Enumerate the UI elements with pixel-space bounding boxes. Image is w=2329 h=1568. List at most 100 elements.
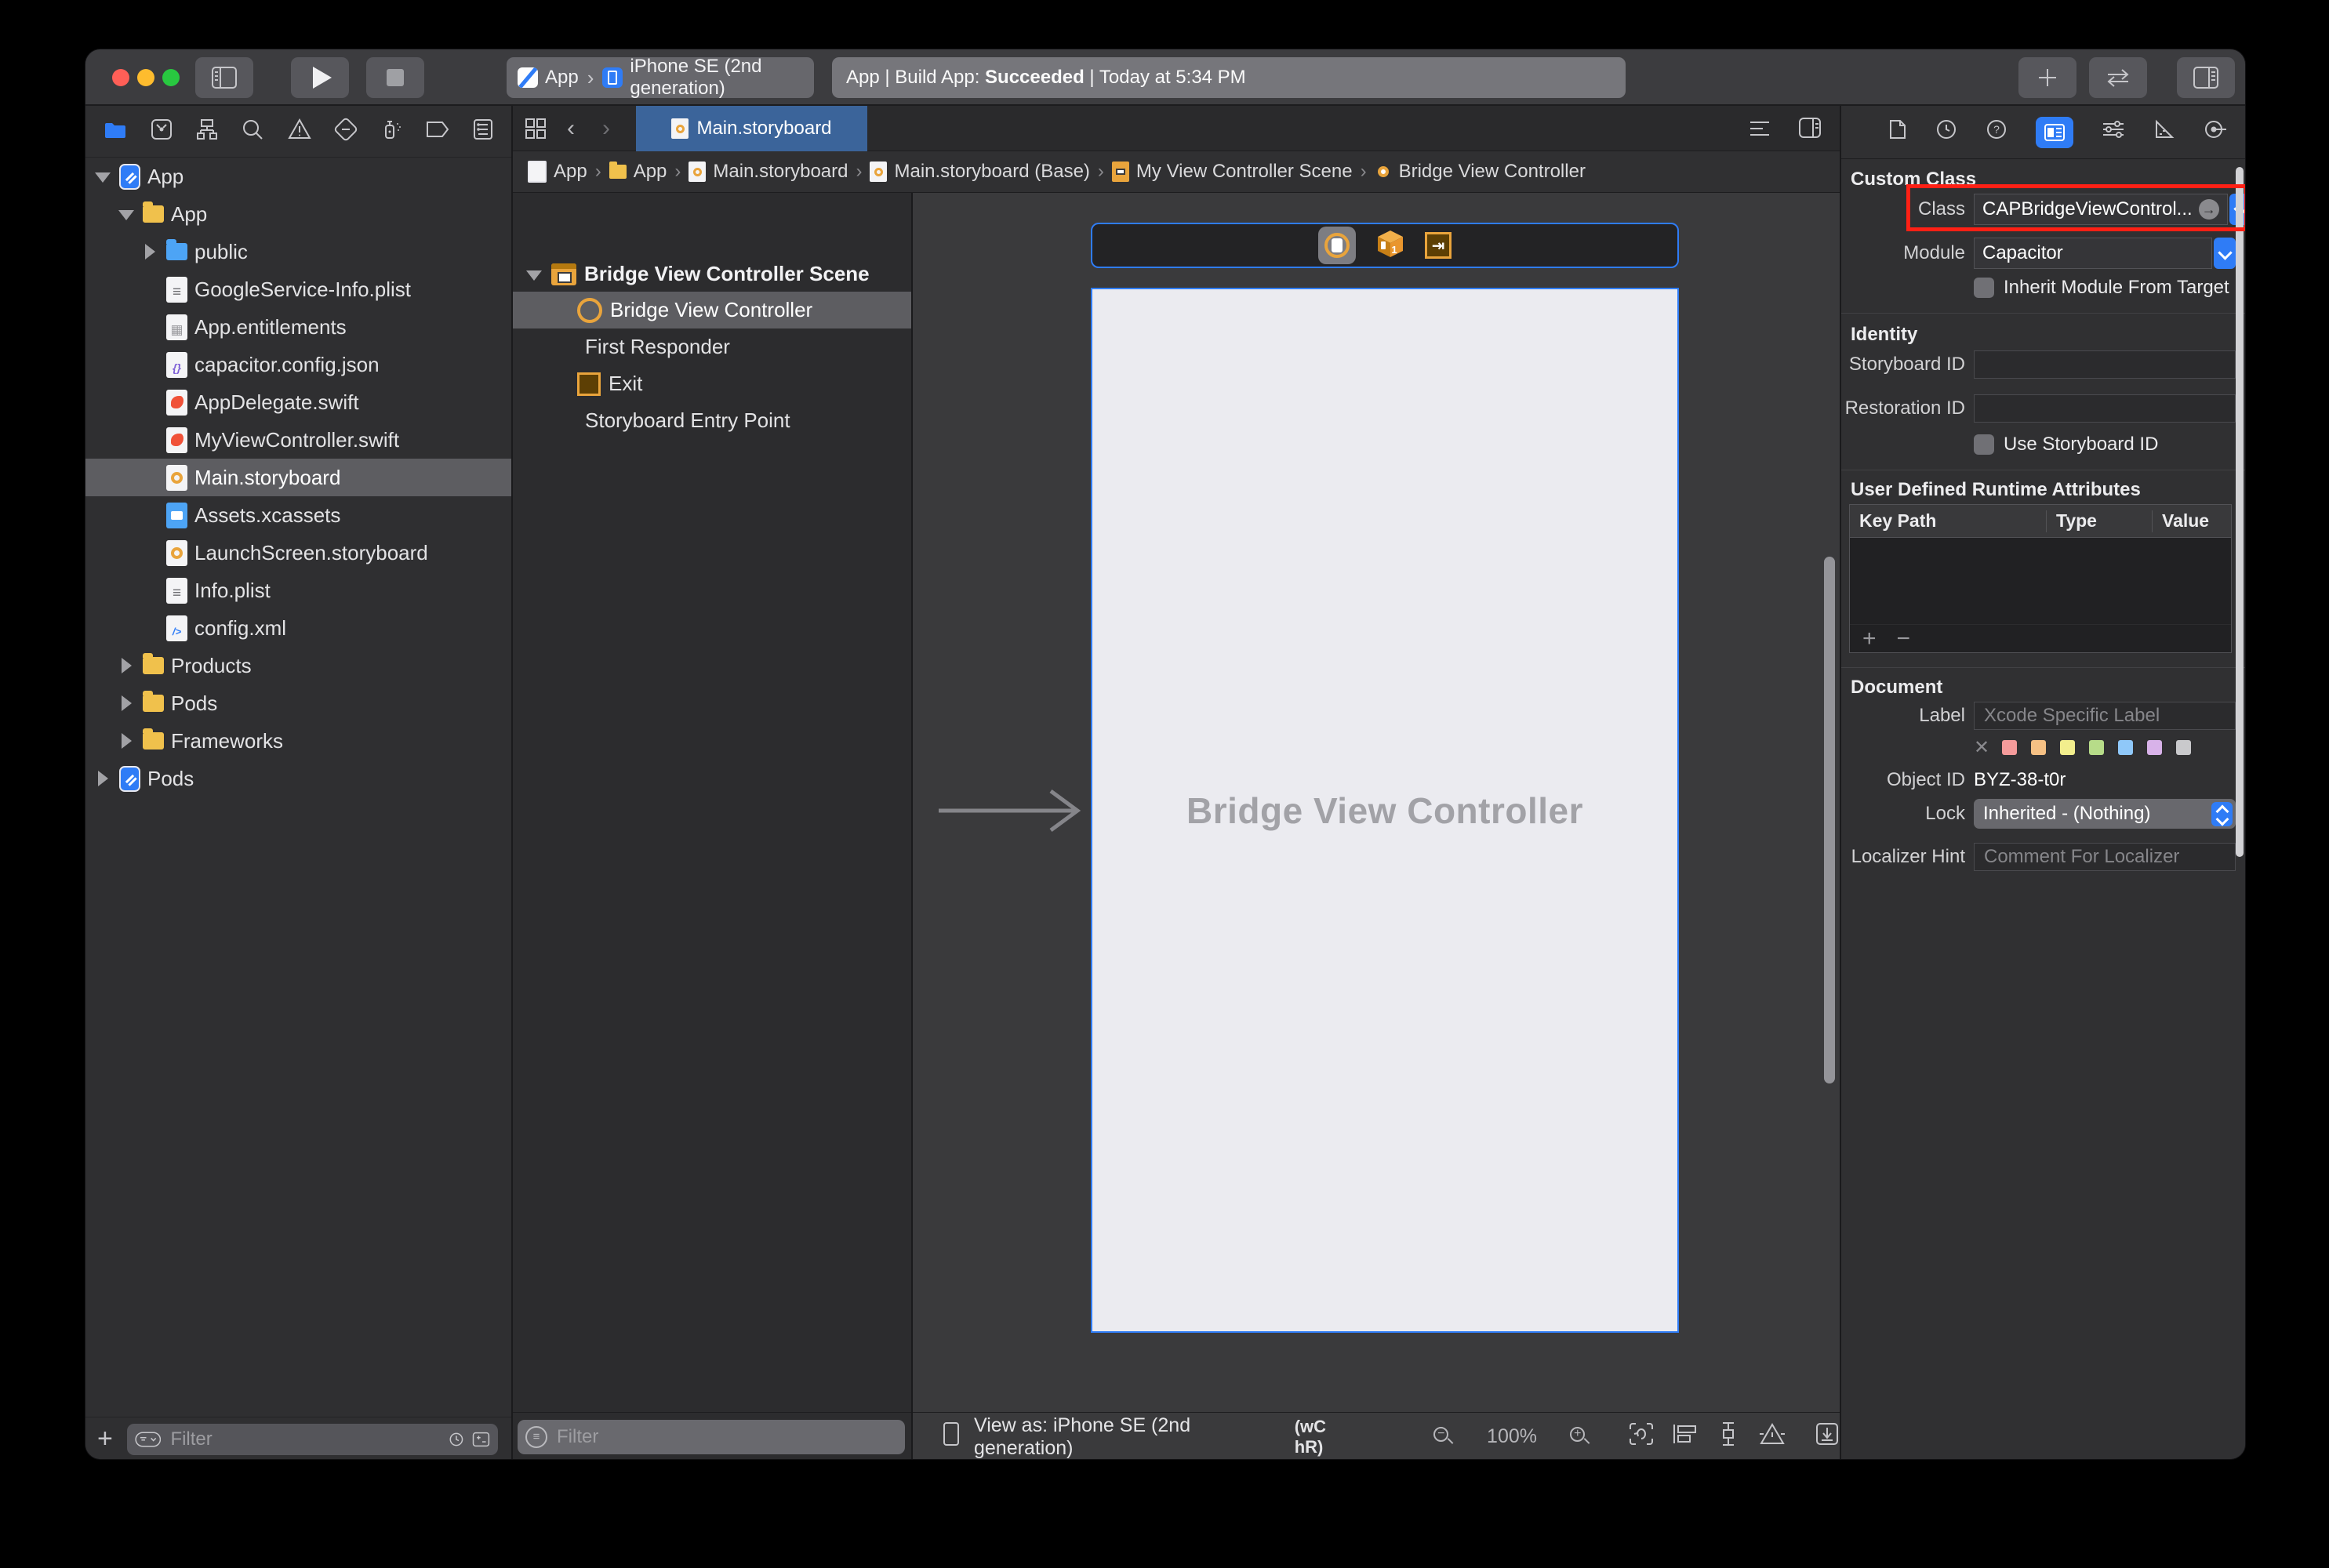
inspector-divider[interactable]	[1840, 106, 1841, 1460]
back-button[interactable]: ‹	[567, 115, 575, 142]
jump-to-class-arrow-icon[interactable]: →	[2199, 199, 2219, 220]
canvas-scrollbar[interactable]	[1824, 557, 1835, 1083]
outline-row[interactable]: First Responder	[511, 328, 911, 365]
file-row[interactable]: Pods	[85, 684, 511, 722]
exit-dock-item[interactable]: ⇥	[1425, 232, 1452, 259]
view-controller-dock-item[interactable]	[1318, 227, 1356, 264]
breadcrumb-item[interactable]: Main.storyboard	[689, 161, 848, 183]
run-button[interactable]	[291, 57, 349, 98]
file-row[interactable]: MyViewController.swift	[85, 421, 511, 459]
add-editor-button[interactable]	[1798, 117, 1822, 143]
lock-popup[interactable]: Inherited - (Nothing)	[1974, 799, 2236, 829]
file-row[interactable]: Products	[85, 647, 511, 684]
color-swatch[interactable]	[2031, 740, 2046, 755]
outline-filter-field[interactable]: ≡	[518, 1420, 905, 1454]
disclosure-triangle-icon[interactable]	[139, 618, 159, 638]
storyboard-id-field[interactable]	[1974, 350, 2236, 379]
source-control-tab[interactable]	[150, 118, 173, 145]
file-row[interactable]: public	[85, 233, 511, 270]
report-navigator-tab[interactable]	[472, 118, 494, 145]
editor-mode-button[interactable]	[2089, 57, 2147, 98]
disclosure-triangle-icon[interactable]	[523, 264, 543, 285]
navigator-filter-field[interactable]	[127, 1424, 498, 1455]
breakpoint-navigator-tab[interactable]	[425, 118, 450, 144]
class-field[interactable]: CAPBridgeViewControl... →	[1974, 194, 2228, 225]
recent-files-clock-icon[interactable]	[449, 1429, 464, 1450]
outline-row[interactable]: Exit	[511, 365, 911, 402]
editor-options-button[interactable]	[1747, 118, 1772, 143]
use-storyboard-id-checkbox[interactable]	[1974, 434, 1994, 455]
view-controller-view[interactable]: Bridge View Controller	[1091, 288, 1679, 1333]
disclosure-triangle-icon[interactable]	[115, 731, 136, 751]
library-button[interactable]	[2018, 57, 2076, 98]
add-attribute-button[interactable]: +	[1862, 626, 1877, 652]
disclosure-triangle-icon[interactable]	[115, 655, 136, 676]
embed-stack-button[interactable]	[1672, 1422, 1699, 1451]
localizer-hint-input[interactable]	[1982, 845, 2227, 869]
disclosure-triangle-icon[interactable]	[139, 580, 159, 601]
navigator-toggle-button[interactable]	[195, 57, 253, 98]
test-navigator-tab[interactable]	[334, 118, 358, 145]
file-row[interactable]: Info.plist	[85, 572, 511, 609]
file-row[interactable]: LaunchScreen.storyboard	[85, 534, 511, 572]
storyboard-entry-arrow[interactable]	[939, 786, 1092, 835]
file-row[interactable]: Pods	[85, 760, 511, 797]
forward-button[interactable]: ›	[602, 115, 610, 142]
file-row[interactable]: capacitor.config.json	[85, 346, 511, 383]
breadcrumb-item[interactable]: Main.storyboard (Base)	[870, 161, 1089, 183]
project-navigator-tab[interactable]	[103, 118, 128, 145]
storyboard-canvas[interactable]: 1 ⇥ Bridge View Controller	[911, 193, 1840, 1412]
disclosure-triangle-icon[interactable]	[92, 166, 112, 187]
module-field[interactable]: Capacitor	[1974, 238, 2212, 269]
document-label-field[interactable]	[1974, 702, 2236, 730]
view-as-label[interactable]: View as: iPhone SE (2nd generation)	[974, 1414, 1288, 1460]
disclosure-triangle-icon[interactable]	[115, 204, 136, 224]
runtime-attributes-table-body[interactable]	[1850, 538, 2231, 624]
outline-row[interactable]: Storyboard Entry Point	[511, 402, 911, 439]
add-constraints-button[interactable]	[1716, 1421, 1741, 1453]
breadcrumb-item[interactable]: App	[609, 161, 667, 183]
color-swatch[interactable]	[2118, 740, 2133, 755]
restoration-id-input[interactable]	[1982, 397, 2227, 420]
disclosure-triangle-icon[interactable]	[139, 241, 159, 262]
file-row[interactable]: Main.storyboard	[85, 459, 511, 496]
update-frames-button[interactable]	[1628, 1421, 1655, 1453]
size-inspector-tab[interactable]	[2153, 118, 2175, 146]
disclosure-triangle-icon[interactable]	[115, 693, 136, 713]
file-row[interactable]: App	[85, 195, 511, 233]
color-swatch[interactable]	[2089, 740, 2104, 755]
inspector-scrollbar[interactable]	[2236, 167, 2244, 857]
file-row[interactable]: Assets.xcassets	[85, 496, 511, 534]
outline-row[interactable]: Bridge View Controller	[511, 292, 911, 328]
color-swatch[interactable]	[2176, 740, 2191, 755]
disclosure-triangle-icon[interactable]	[139, 543, 159, 563]
module-dropdown-button[interactable]	[2214, 238, 2236, 269]
file-row[interactable]: config.xml	[85, 609, 511, 647]
attributes-inspector-tab[interactable]	[2102, 118, 2125, 146]
connections-inspector-tab[interactable]	[2204, 118, 2227, 146]
scheme-selector[interactable]: App › iPhone SE (2nd generation)	[507, 57, 814, 98]
device-configuration-button[interactable]	[943, 1421, 960, 1452]
file-row[interactable]: Frameworks	[85, 722, 511, 760]
color-swatch[interactable]	[2060, 740, 2075, 755]
restoration-id-field[interactable]	[1974, 394, 2236, 423]
disclosure-triangle-icon[interactable]	[139, 467, 159, 488]
disclosure-triangle-icon[interactable]	[139, 392, 159, 412]
localizer-hint-field[interactable]	[1974, 843, 2236, 871]
file-row[interactable]: App.entitlements	[85, 308, 511, 346]
inherit-module-checkbox[interactable]	[1974, 278, 1994, 298]
tab-overview-button[interactable]	[524, 117, 547, 144]
zoom-level[interactable]: 100%	[1487, 1425, 1537, 1448]
color-swatch[interactable]	[2147, 740, 2162, 755]
breadcrumb-item[interactable]: Bridge View Controller	[1375, 161, 1586, 183]
zoom-out-button[interactable]: −	[1433, 1427, 1454, 1447]
stop-button[interactable]	[366, 57, 424, 98]
tab-main-storyboard[interactable]: Main.storyboard	[636, 106, 867, 151]
navigator-filter-input[interactable]	[169, 1428, 441, 1451]
minimize-window-button[interactable]	[137, 69, 154, 86]
resolve-layout-button[interactable]	[1758, 1421, 1786, 1452]
debug-navigator-tab[interactable]	[380, 118, 403, 145]
storyboard-id-input[interactable]	[1982, 353, 2227, 376]
scene-row[interactable]: Bridge View Controller Scene	[511, 256, 911, 292]
zoom-in-button[interactable]: +	[1570, 1427, 1590, 1447]
